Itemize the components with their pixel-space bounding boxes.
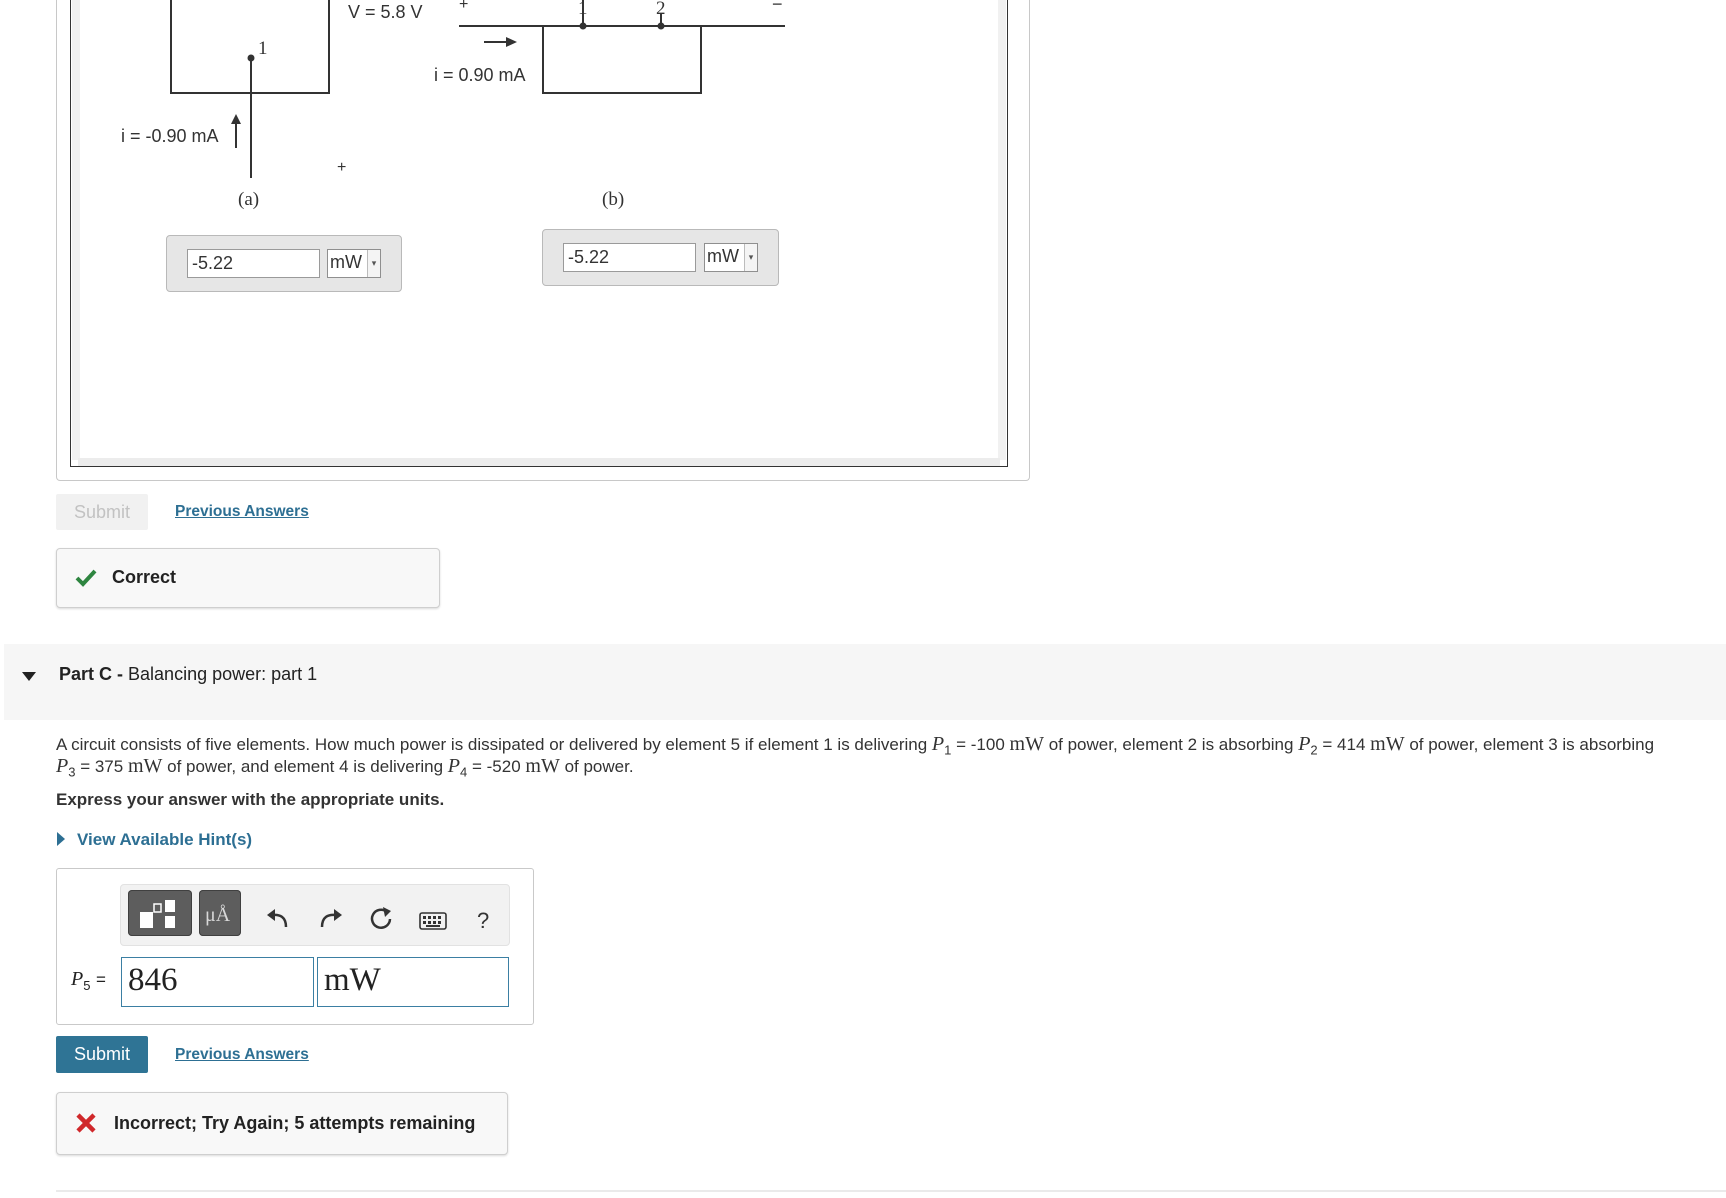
part-b-previous-answers-link[interactable]: Previous Answers — [175, 503, 309, 521]
part-b-submit-button[interactable]: Submit — [56, 494, 148, 530]
answer-unit-input[interactable]: mW — [317, 957, 509, 1007]
p4-unit: mW — [525, 755, 560, 777]
circuit-a-current-label: i = -0.90 mA — [121, 126, 219, 146]
feedback-text: Correct — [112, 567, 177, 587]
check-icon — [75, 569, 97, 587]
p3-subscript: 3 — [68, 764, 76, 780]
part-b-feedback-correct: Correct — [56, 548, 440, 608]
p1-symbol: P — [931, 733, 945, 755]
help-button[interactable]: ? — [477, 908, 489, 934]
answer-equals: = — [96, 970, 106, 989]
part-c-previous-answers-link[interactable]: Previous Answers — [175, 1046, 309, 1064]
circuit-b-node-2 — [657, 22, 665, 30]
keyboard-icon[interactable] — [419, 912, 447, 930]
view-hints-label[interactable]: View Available Hint(s) — [77, 830, 252, 850]
templates-button[interactable] — [128, 890, 192, 936]
p3-unit: mW — [127, 755, 163, 777]
circuit-a-caption: (a) — [238, 189, 260, 210]
question-text-4: of power, and element 4 is delivering — [167, 757, 444, 776]
circuit-b-power-input[interactable]: -5.22 — [563, 243, 696, 272]
collapse-triangle-icon[interactable] — [21, 670, 39, 684]
p2-unit: mW — [1370, 733, 1405, 755]
undo-icon[interactable] — [266, 907, 292, 929]
p3-symbol: P — [56, 755, 69, 777]
question-text-3: of power, element 3 is absorbing — [1409, 735, 1655, 754]
circuit-a-unit-value: mW — [330, 252, 362, 272]
part-c-question-line-1: A circuit consists of five elements. How… — [56, 733, 1654, 757]
chevron-down-icon: ▾ — [744, 244, 757, 271]
circuit-b-current-label: i = 0.90 mA — [434, 65, 526, 85]
answer-var-sub: 5 — [83, 978, 91, 993]
answer-variable-label: P5 = — [71, 968, 106, 993]
p4-subscript: 4 — [460, 764, 468, 780]
p2-subscript: 2 — [1310, 742, 1318, 758]
p1-value: = -100 — [956, 735, 1005, 754]
p1-unit: mW — [1009, 733, 1044, 755]
question-text-1: A circuit consists of five elements. How… — [56, 735, 928, 754]
circuit-b-node-1 — [579, 22, 587, 30]
p4-value: = -520 — [471, 757, 521, 776]
circuit-b-minus-sign: − — [772, 0, 783, 14]
x-icon — [76, 1113, 96, 1133]
part-c-feedback-incorrect: Incorrect; Try Again; 5 attempts remaini… — [56, 1092, 508, 1155]
units-icon: μÅ — [205, 904, 231, 926]
circuit-b-box — [542, 26, 702, 94]
p4-symbol: P — [447, 755, 461, 777]
circuit-a-unit-select[interactable]: mW ▾ — [327, 249, 381, 278]
circuit-b-unit-select[interactable]: mW ▾ — [704, 243, 758, 272]
templates-icon — [140, 900, 175, 928]
answer-value-input[interactable]: 846 — [121, 957, 314, 1007]
part-c-submit-button[interactable]: Submit — [56, 1036, 148, 1073]
circuit-b-node-2-label: 2 — [656, 0, 666, 19]
redo-icon[interactable] — [317, 907, 343, 929]
part-c-question-line-2: P3 = 375 mW of power, and element 4 is d… — [56, 755, 634, 779]
circuit-b-caption: (b) — [602, 189, 625, 210]
circuit-b-current-arrowhead — [506, 37, 517, 47]
bottom-divider — [56, 1190, 1726, 1192]
circuit-a-current-arrowhead — [231, 114, 241, 124]
expand-triangle-icon — [57, 832, 65, 846]
circuit-a-voltage-label: V = 5.8 V — [348, 2, 423, 22]
part-c-instruction: Express your answer with the appropriate… — [56, 790, 445, 809]
circuit-b-node-1-label: 1 — [578, 0, 588, 19]
question-text-end: of power. — [564, 757, 634, 776]
circuit-a-power-input[interactable]: -5.22 — [187, 249, 320, 278]
part-c-title: Part C - Balancing power: part 1 — [59, 664, 317, 685]
answer-var: P — [71, 968, 84, 990]
question-text-2: of power, element 2 is absorbing — [1048, 735, 1294, 754]
circuit-a-plus-sign: + — [337, 159, 347, 176]
circuit-b-plus-sign: + — [459, 0, 469, 13]
part-c-title-label: Part C - — [59, 664, 124, 684]
circuit-b-unit-value: mW — [707, 246, 739, 266]
reset-icon[interactable] — [368, 906, 394, 932]
figure-shade-bottom — [78, 458, 1000, 466]
feedback-text: Incorrect; Try Again; 5 attempts remaini… — [114, 1113, 476, 1133]
part-c-header[interactable]: Part C - Balancing power: part 1 — [4, 644, 1726, 720]
p2-symbol: P — [1298, 733, 1311, 755]
p3-value: = 375 — [80, 757, 124, 776]
p2-value: = 414 — [1322, 735, 1366, 754]
circuit-a-node — [247, 54, 255, 62]
part-c-title-text: Balancing power: part 1 — [128, 664, 318, 684]
circuit-a-node-label: 1 — [258, 38, 268, 59]
chevron-down-icon: ▾ — [367, 250, 380, 277]
p1-subscript: 1 — [944, 742, 952, 758]
units-button[interactable]: μÅ — [199, 890, 241, 936]
